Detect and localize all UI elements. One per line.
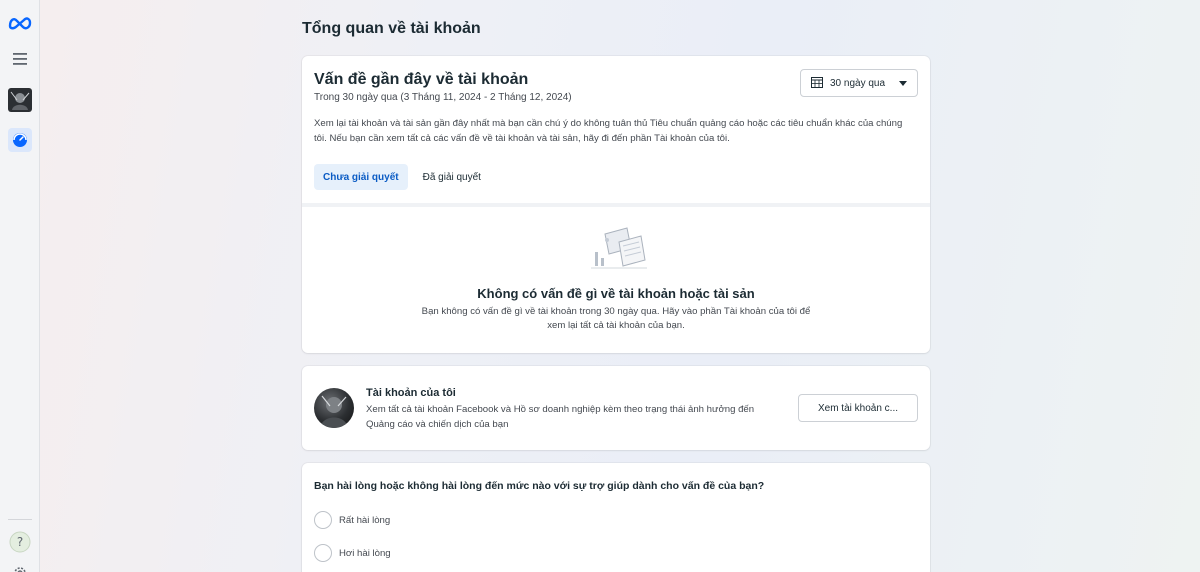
- survey-option-very-satisfied[interactable]: Rất hài lòng: [314, 511, 390, 529]
- rail-divider: [8, 519, 32, 520]
- help-glyph: ?: [17, 535, 23, 549]
- calendar-icon: [811, 76, 823, 91]
- account-title: Tài khoản của tôi: [366, 387, 456, 399]
- settings-gear-icon[interactable]: [6, 559, 34, 572]
- dashboard-icon[interactable]: [6, 126, 34, 154]
- date-range-label: 30 ngày qua: [830, 77, 886, 89]
- survey-option-label: Hơi hài lòng: [339, 547, 391, 559]
- issues-tabs: Chưa giải quyết Đã giải quyết: [314, 164, 490, 190]
- tabs-divider: [302, 203, 930, 207]
- hamburger-menu-icon[interactable]: [6, 45, 34, 73]
- caret-down-icon: [899, 80, 907, 86]
- empty-state-text: Bạn không có vấn đề gì về tài khoản tron…: [421, 306, 811, 331]
- empty-state-title: Không có vấn đề gì về tài khoản hoặc tài…: [477, 286, 755, 301]
- account-avatar: [314, 388, 354, 428]
- radio-button[interactable]: [314, 511, 332, 529]
- date-range-dropdown[interactable]: 30 ngày qua: [800, 69, 918, 97]
- issues-date-range: Trong 30 ngày qua (3 Tháng 11, 2024 - 2 …: [314, 92, 572, 103]
- recent-issues-card: Vấn đề gần đây về tài khoản Trong 30 ngà…: [302, 56, 930, 353]
- account-description: Xem tất cả tài khoản Facebook và Hồ sơ d…: [366, 404, 755, 430]
- issues-description: Xem lại tài khoản và tài sản gần đây nhấ…: [314, 118, 903, 144]
- view-accounts-button[interactable]: Xem tài khoản c...: [798, 394, 918, 422]
- survey-option-somewhat-satisfied[interactable]: Hơi hài lòng: [314, 544, 391, 562]
- tab-resolved[interactable]: Đã giải quyết: [414, 164, 490, 190]
- radio-button[interactable]: [314, 544, 332, 562]
- profile-avatar[interactable]: [6, 86, 34, 114]
- left-sidebar: ?: [0, 0, 40, 572]
- help-icon[interactable]: ?: [6, 528, 34, 556]
- my-account-card: Tài khoản của tôi Xem tất cả tài khoản F…: [302, 366, 930, 450]
- page-title: Tổng quan về tài khoản: [302, 20, 481, 37]
- satisfaction-survey-card: Bạn hài lòng hoặc không hài lòng đến mức…: [302, 463, 930, 572]
- survey-question: Bạn hài lòng hoặc không hài lòng đến mức…: [314, 480, 765, 492]
- issues-title: Vấn đề gần đây về tài khoản: [314, 71, 529, 88]
- empty-state-illustration-icon: [583, 224, 653, 280]
- survey-option-label: Rất hài lòng: [339, 514, 391, 526]
- meta-logo-icon[interactable]: [6, 9, 34, 37]
- tab-unresolved[interactable]: Chưa giải quyết: [314, 164, 408, 190]
